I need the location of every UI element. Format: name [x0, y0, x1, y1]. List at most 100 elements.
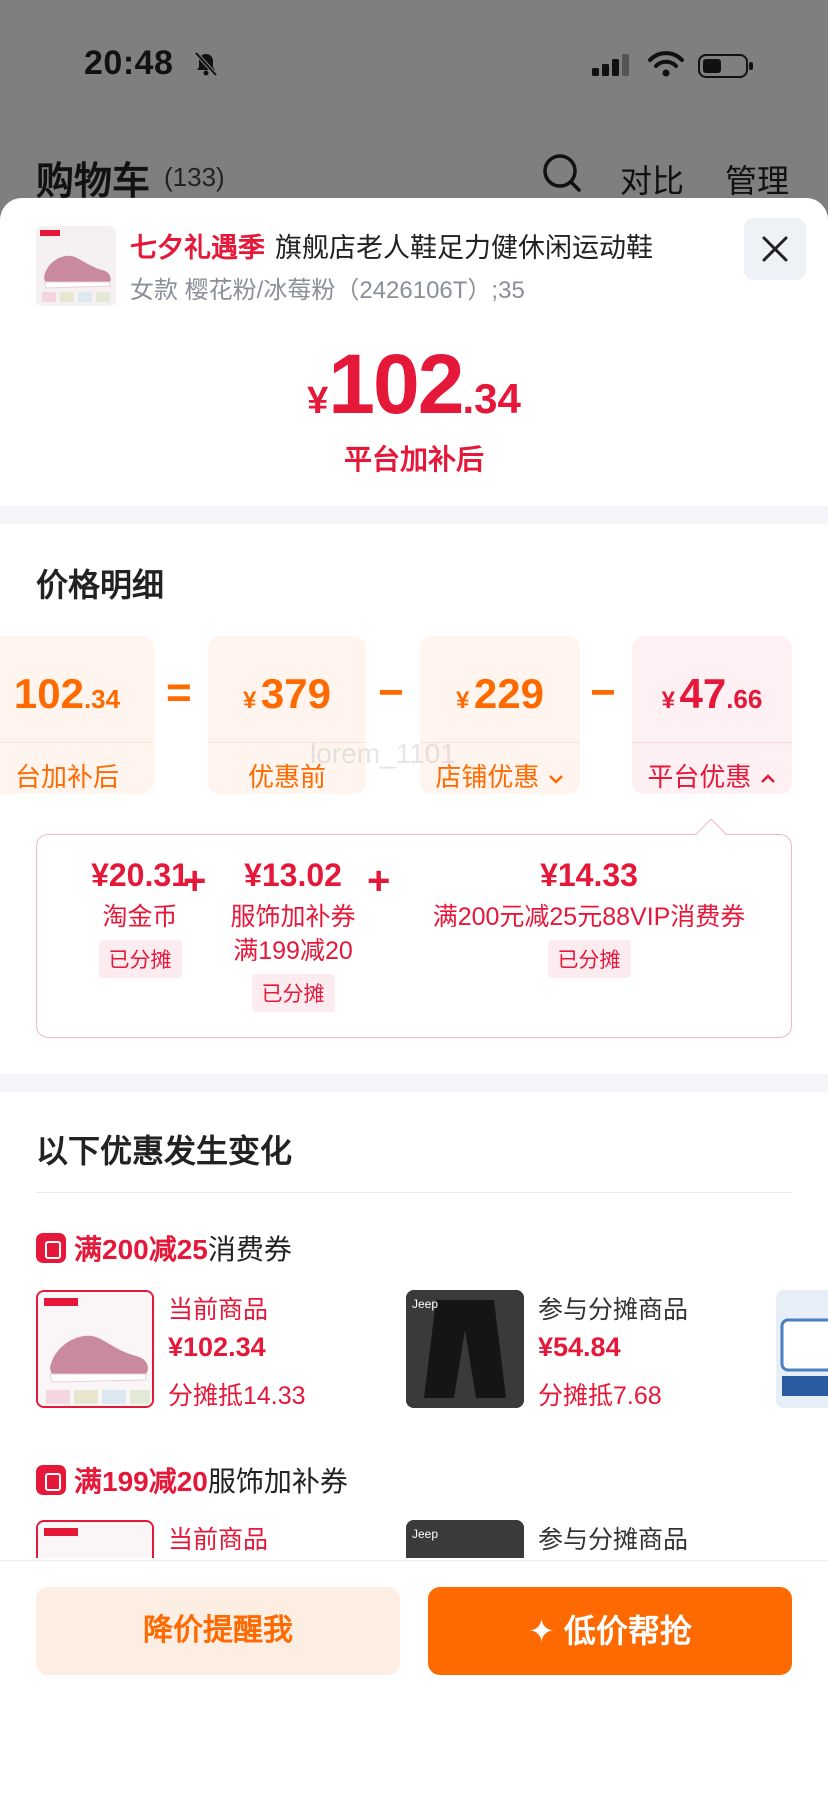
platform-card-integer: 47 [679, 670, 727, 717]
minus-sign: − [378, 668, 404, 717]
coupon-title-amount: 满199减20 [74, 1466, 208, 1497]
item-share: 分摊抵14.33 [168, 1382, 306, 1410]
plus-sign: + [183, 859, 207, 903]
brand-text: Jeep [412, 1527, 438, 1541]
item-price: ¥102.34 [168, 1332, 266, 1362]
status-bar: 20:48 [0, 44, 828, 84]
coupon-title: 满199减20服饰加补券 [36, 1460, 348, 1500]
watermark: lorem_1101 [310, 738, 456, 769]
platform-discount-card[interactable]: ¥ 47.66 平台优惠 [632, 636, 792, 794]
shop-discount-card[interactable]: ¥ 229 店铺优惠 [420, 636, 580, 794]
shared-item-image: Jeep [406, 1520, 524, 1558]
detail-name: 淘金币 [102, 903, 178, 931]
final-price-decimal: .34 [462, 375, 521, 422]
coupon-icon [36, 1465, 66, 1495]
original-card-amount: 379 [260, 670, 331, 717]
status-time: 20:48 [84, 44, 174, 82]
detail-item: ¥14.33 满200元减25元88VIP消费券 已分摊 [409, 857, 769, 978]
product-title: 七夕礼遇季 旗舰店老人鞋足力健休闲运动鞋 [130, 226, 653, 265]
plus-sign: + [367, 859, 391, 903]
current-item[interactable]: 当前商品 [36, 1520, 366, 1558]
manage-button[interactable]: 管理 [725, 156, 789, 202]
pants-image: Jeep [406, 1290, 524, 1408]
platform-card-decimal: .66 [726, 684, 763, 714]
cart-title: 购物车 [36, 161, 151, 203]
detail-item: ¥13.02 服饰加补券满199减20 已分摊 [221, 857, 365, 1012]
wifi-icon [648, 51, 684, 77]
product-variant: 女款 樱花粉/冰莓粉（2426106T）;35 [130, 277, 525, 304]
detail-badge: 已分摊 [547, 940, 631, 978]
section-divider [0, 1074, 828, 1092]
detail-badge: 已分摊 [98, 940, 182, 978]
final-price-integer: 102 [328, 337, 464, 431]
divider-line [36, 1192, 792, 1193]
changes-title: 以下优惠发生变化 [36, 1133, 293, 1169]
platform-card-label-row: 平台优惠 [632, 742, 792, 794]
section-divider [0, 506, 828, 524]
chevron-down-icon [548, 775, 563, 784]
price-drop-remind-button[interactable]: 降价提醒我 [36, 1587, 400, 1675]
detail-amount: ¥14.33 [540, 857, 638, 893]
shoe-image [38, 1292, 152, 1406]
product-thumbnail [36, 226, 116, 306]
item-label: 参与分摊商品 [538, 1526, 689, 1554]
close-button[interactable] [744, 218, 806, 280]
original-price-card: ¥ 379 优惠前 [208, 636, 366, 794]
final-price: ¥102.34 [0, 336, 828, 433]
shared-item-partial[interactable] [776, 1290, 828, 1408]
current-item-image [36, 1290, 154, 1408]
platform-card-currency: ¥ [661, 687, 676, 714]
shared-item-image [776, 1290, 828, 1408]
coupon-title-type: 消费券 [207, 1234, 292, 1265]
coupon-icon [36, 1233, 66, 1263]
original-card-value: ¥ 379 [208, 670, 366, 718]
promo-tag: 七夕礼遇季 [130, 233, 265, 263]
mute-bell-icon [194, 51, 218, 77]
current-item-image [36, 1520, 154, 1558]
shared-item-image: Jeep [406, 1290, 524, 1408]
final-price-currency: ¥ [307, 380, 329, 422]
shared-item[interactable]: Jeep 参与分摊商品 [406, 1520, 736, 1558]
detail-name: 服饰加补券满199减20 [230, 903, 356, 965]
cellular-signal-icon [592, 54, 629, 76]
shop-card-amount: 229 [473, 670, 544, 717]
coupon-title-type: 服饰加补券 [207, 1466, 348, 1497]
final-card-label: 台加补后 [0, 742, 154, 794]
cart-count: (133) [164, 162, 225, 192]
item-label: 当前商品 [168, 1296, 269, 1324]
shoe-image [38, 1522, 152, 1558]
platform-discount-details: ¥20.31 淘金币 已分摊 + ¥13.02 服饰加补券满199减20 已分摊… [36, 834, 792, 1038]
item-label: 参与分摊商品 [538, 1296, 689, 1324]
final-card-integer: 102 [13, 670, 84, 717]
final-card-value: 102.34 [0, 670, 154, 718]
final-price-card: 102.34 台加补后 [0, 636, 154, 794]
brand-text: Jeep [412, 1297, 438, 1311]
detail-amount: ¥13.02 [244, 857, 342, 893]
pants-image: Jeep [406, 1520, 524, 1558]
item-share: 分摊抵7.68 [538, 1382, 662, 1410]
action-footer: 降价提醒我 ✦ 低价帮抢 [0, 1560, 828, 1801]
close-icon [762, 236, 788, 262]
shop-card-value: ¥ 229 [420, 670, 580, 718]
price-breakdown-title: 价格明细 [36, 567, 165, 603]
shoe-image [40, 230, 111, 302]
original-card-currency: ¥ [243, 687, 257, 714]
equals-sign: = [166, 668, 192, 717]
detail-name: 满200元减25元88VIP消费券 [432, 903, 746, 931]
item-label: 当前商品 [168, 1526, 269, 1554]
coupon-title-amount: 满200减25 [74, 1234, 208, 1265]
shared-item[interactable]: Jeep 参与分摊商品 ¥54.84 分摊抵7.68 [406, 1290, 736, 1410]
search-icon[interactable] [542, 153, 582, 193]
current-item[interactable]: 当前商品 ¥102.34 分摊抵14.33 [36, 1290, 366, 1410]
low-price-grab-button[interactable]: ✦ 低价帮抢 [428, 1587, 792, 1675]
product-name: 旗舰店老人鞋足力健休闲运动鞋 [275, 233, 653, 263]
platform-card-value: ¥ 47.66 [632, 670, 792, 718]
final-card-decimal: .34 [83, 684, 121, 714]
price-detail-sheet: 七夕礼遇季 旗舰店老人鞋足力健休闲运动鞋 女款 樱花粉/冰莓粉（2426106T）… [0, 198, 828, 1801]
minus-sign: − [590, 668, 616, 717]
compare-button[interactable]: 对比 [620, 156, 684, 202]
product-image [776, 1290, 828, 1408]
final-price-label: 平台加补后 [343, 444, 484, 475]
item-price: ¥54.84 [538, 1332, 621, 1362]
chevron-up-icon [760, 774, 775, 783]
